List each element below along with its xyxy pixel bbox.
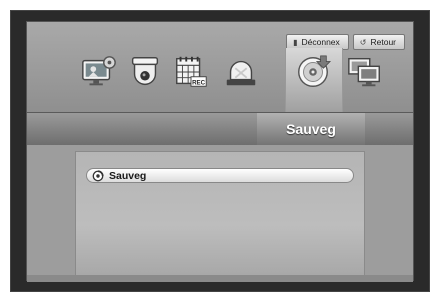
list-item-label: Sauveg xyxy=(109,169,147,182)
page-title: Sauveg xyxy=(286,121,336,137)
back-button[interactable]: ↺ Retour xyxy=(352,34,405,50)
title-tab: Sauveg xyxy=(257,113,365,145)
record-schedule-icon[interactable]: REC xyxy=(171,52,211,92)
camera-icon[interactable] xyxy=(125,52,165,92)
title-bar: Sauveg xyxy=(27,112,413,146)
rec-badge: REC xyxy=(192,79,206,86)
content-panel: Sauveg xyxy=(75,151,365,276)
monitor-settings-icon[interactable] xyxy=(79,52,119,92)
logout-label: Déconnex xyxy=(301,37,340,47)
back-label: Retour xyxy=(370,37,396,47)
disc-icon xyxy=(91,169,105,183)
setup-panel: ▮ Déconnex ↺ Retour REC Sauveg Sauveg xyxy=(26,21,414,282)
backup-disc-icon[interactable] xyxy=(293,52,333,92)
alarm-icon[interactable] xyxy=(221,52,261,92)
list-item-backup[interactable]: Sauveg xyxy=(86,168,354,183)
content-area: Sauveg xyxy=(27,145,413,282)
bottom-bar xyxy=(27,275,413,282)
back-icon: ↺ xyxy=(359,37,367,47)
network-icon[interactable] xyxy=(345,52,385,92)
menu-icon-bar: ▮ Déconnex ↺ Retour REC xyxy=(27,22,413,112)
logout-icon: ▮ xyxy=(293,37,298,47)
screen: ▮ Déconnex ↺ Retour REC Sauveg Sauveg xyxy=(0,0,441,304)
